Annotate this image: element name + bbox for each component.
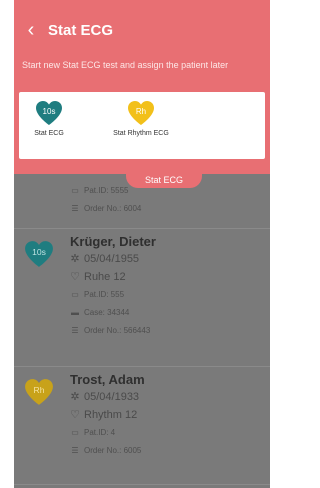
stat-ecg-label: Stat ECG <box>34 130 64 137</box>
stat-rhythm-ecg-option[interactable]: Rh Stat Rhythm ECG <box>99 100 183 137</box>
stat-rhythm-ecg-label: Stat Rhythm ECG <box>113 130 169 137</box>
stat-ecg-tab[interactable]: Stat ECG <box>126 172 202 188</box>
order-number: ☰ Order No.: 6005 <box>70 442 145 460</box>
id-card-icon: ▭ <box>71 428 79 437</box>
birth-star-icon: ✲ <box>70 391 80 403</box>
patient-name: Trost, Adam <box>70 372 145 387</box>
divider <box>14 366 270 367</box>
heart-badge-text: 10s <box>43 107 56 116</box>
back-button[interactable]: ‹ <box>14 20 48 40</box>
divider <box>14 228 270 229</box>
patient-info: Krüger, Dieter ✲ 05/04/1955 ♡ Ruhe 12 ▭ Pat… <box>70 234 156 340</box>
phone-screen: ‹ Stat ECG Start new Stat ECG test and a… <box>14 0 270 488</box>
case-number: ▬ Case: 34344 <box>70 304 156 322</box>
id-card-icon: ▭ <box>71 186 79 195</box>
birth-date: ✲ 05/04/1955 <box>70 250 156 268</box>
test-type: ♡ Ruhe 12 <box>70 268 156 286</box>
stat-ecg-panel: ‹ Stat ECG Start new Stat ECG test and a… <box>14 0 270 174</box>
heart-outline-icon: ♡ <box>70 271 80 283</box>
patient-id: ▭ Pat.ID: 4 <box>70 424 145 442</box>
heart-rh-icon: Rh <box>128 101 154 125</box>
panel-subtitle: Start new Stat ECG test and assign the p… <box>22 60 229 70</box>
test-options-card: 10s Stat ECG Rh Stat Rhythm ECG <box>19 92 265 159</box>
page-title: Stat ECG <box>48 21 114 39</box>
heart-badge-text: 10s <box>32 247 46 257</box>
test-type: ♡ Rhythm 12 <box>70 406 145 424</box>
back-arrow-icon: ‹ <box>27 19 35 41</box>
heart-badge-text: Rh <box>34 385 45 395</box>
divider <box>14 484 270 485</box>
heart-10s-icon: 10s <box>36 101 62 125</box>
list-icon: ☰ <box>71 326 79 335</box>
heart-10s-icon: 10s <box>25 241 53 267</box>
id-card-icon: ▭ <box>71 290 79 299</box>
patient-info: ▭ Pat.ID: 5555 ☰ Order No.: 6004 <box>70 182 141 218</box>
heart-outline-icon: ♡ <box>70 409 80 421</box>
list-item[interactable]: ▭ Pat.ID: 5555 ☰ Order No.: 6004 <box>14 182 270 234</box>
list-item[interactable]: Rh Trost, Adam ✲ 05/04/1933 ♡ Rhythm 12 ▭ P… <box>14 372 270 484</box>
list-icon: ☰ <box>71 446 79 455</box>
birth-date: ✲ 05/04/1933 <box>70 388 145 406</box>
order-number: ☰ Order No.: 566443 <box>70 322 156 340</box>
birth-star-icon: ✲ <box>70 253 80 265</box>
header: ‹ Stat ECG <box>14 0 270 60</box>
list-item[interactable]: 10s Krüger, Dieter ✲ 05/04/1955 ♡ Ruhe 12 … <box>14 234 270 364</box>
folder-icon: ▬ <box>71 308 79 317</box>
stat-ecg-option[interactable]: 10s Stat ECG <box>29 100 69 137</box>
patient-info: Trost, Adam ✲ 05/04/1933 ♡ Rhythm 12 ▭ Pat.… <box>70 372 145 460</box>
heart-badge-text: Rh <box>136 107 146 116</box>
heart-rh-icon: Rh <box>25 379 53 405</box>
list-icon: ☰ <box>71 204 79 213</box>
patient-name: Krüger, Dieter <box>70 234 156 249</box>
patient-id: ▭ Pat.ID: 555 <box>70 286 156 304</box>
order-number: ☰ Order No.: 6004 <box>70 200 141 218</box>
